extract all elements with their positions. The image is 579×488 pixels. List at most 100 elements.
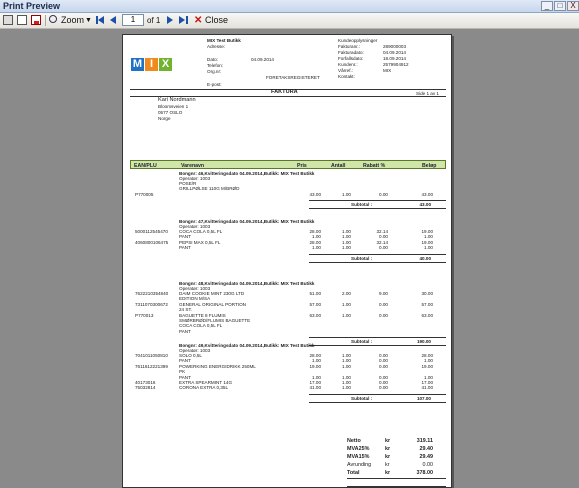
- invoice-title: FAKTURA: [271, 89, 298, 95]
- subtotal-rule: [309, 200, 446, 202]
- cell-price: 1.00: [312, 234, 321, 240]
- customer-postal: 0577 OSLO: [158, 110, 183, 115]
- minimize-button[interactable]: _: [541, 1, 553, 11]
- previous-page-icon[interactable]: [109, 15, 117, 25]
- zoom-button[interactable]: Zoom: [61, 15, 84, 26]
- col-qty: Antall: [331, 162, 346, 169]
- close-window-button[interactable]: X: [567, 1, 579, 11]
- cell-name: 24 ST.: [179, 307, 193, 313]
- cell-price: 57.00: [309, 301, 322, 307]
- cell-name: PK: [179, 369, 186, 375]
- cell-qty: 1.00: [342, 353, 351, 358]
- cell-name: PANT: [179, 234, 191, 240]
- meta-value: 04.09.2014: [383, 50, 406, 55]
- cell-name: SOLO 0,5L: [179, 353, 202, 358]
- seller-register: FORETAKSREGISTERET: [266, 75, 320, 80]
- total-value: 378.00: [416, 470, 434, 476]
- cell-disc: 0.00: [379, 191, 388, 197]
- seller-email-label: E-post:: [207, 82, 222, 87]
- table-row: 75032814 CORONA EXTRA 0,35L 41.00 1.00 0.00 4…: [123, 385, 451, 391]
- last-page-icon[interactable]: [179, 15, 188, 25]
- title-bar: Print Preview _ □ X: [0, 0, 579, 13]
- cell-qty: 1.00: [342, 380, 351, 385]
- cell-name: PANT: [179, 245, 191, 251]
- table-row: 7311070300672 GENERAL ORIGINAL PORTION 57.…: [123, 301, 451, 307]
- first-page-icon[interactable]: [96, 15, 105, 25]
- cell-qty: 1.00: [342, 312, 351, 318]
- total-unit: kr: [385, 462, 390, 468]
- meta-value: MIX: [383, 68, 392, 73]
- cell-disc: 32.14: [376, 229, 389, 234]
- table-row: PANT 1.00 1.00 0.00 1.00: [123, 234, 451, 240]
- zoom-icon[interactable]: [49, 15, 57, 23]
- customer-address: Bloomsveien 1: [158, 104, 189, 109]
- logo-letter: M: [131, 58, 144, 71]
- cell-qty: 1.00: [342, 374, 351, 380]
- seller-address-label: Adresse:: [207, 44, 226, 49]
- cell-amt: 63.00: [421, 312, 434, 318]
- close-icon[interactable]: ✕: [194, 15, 202, 26]
- cell-qty: 1.00: [342, 301, 351, 307]
- cell-amt: 57.00: [421, 301, 434, 307]
- cell-price: 63.00: [309, 312, 322, 318]
- cell-price: 28.00: [309, 353, 322, 358]
- cell-name: PANT: [179, 358, 191, 364]
- subtotal-label: Subtotal :: [351, 395, 373, 401]
- cell-name: GRILLPØLSE 110G M/BRØD: [179, 186, 240, 192]
- cell-qty: 1.00: [342, 234, 351, 240]
- cell-ean: 5000112545470: [135, 229, 168, 234]
- meta-label: Fakturanr.:: [338, 44, 360, 49]
- cell-amt: 19.00: [421, 363, 434, 369]
- total-unit: kr: [385, 446, 391, 452]
- cell-qty: 1.00: [342, 229, 351, 234]
- meta-label: Vårref.:: [338, 68, 354, 73]
- export-pdf-icon[interactable]: [31, 15, 41, 25]
- cell-amt: 41.00: [421, 385, 434, 391]
- cell-ean: 4060800106475: [135, 239, 169, 245]
- table-row: 7622210354840 DAIM COOKIE MINT 230G LTD 51…: [123, 291, 451, 296]
- subtotal-value: 107.00: [416, 395, 431, 401]
- preview-canvas[interactable]: M I X MIX Test Butikk Adresse: Dato: 04.…: [0, 29, 579, 488]
- seller-phone-label: Telefon:: [207, 63, 224, 68]
- total-rule: [347, 486, 446, 487]
- page-number-input[interactable]: 1: [122, 14, 144, 26]
- cell-disc: 32.14: [376, 239, 389, 245]
- zoom-dropdown-icon[interactable]: ▼: [85, 15, 92, 26]
- meta-value: 18.09.2014: [383, 56, 406, 61]
- customer-info-heading: Kundeopplysninger: [338, 38, 378, 43]
- cell-price: 41.00: [309, 385, 322, 391]
- maximize-button[interactable]: □: [554, 1, 566, 11]
- logo-letter: X: [159, 58, 172, 71]
- subtotal-rule: [309, 393, 446, 395]
- cell-disc: 0.00: [379, 374, 388, 380]
- cell-price: 19.00: [309, 363, 322, 369]
- cell-name: CORONA EXTRA 0,35L: [179, 385, 229, 391]
- subtotal-label: Subtotal :: [351, 255, 373, 261]
- total-value: 29.49: [419, 454, 434, 460]
- cell-name: DAIM COOKIE MINT 230G LTD: [179, 291, 245, 296]
- table-row: 4060800106475 PEPSI MAX 0,5L FL 28.00 1.00 3…: [123, 239, 451, 245]
- table-row: PANT 1.00 1.00 0.00 1.00: [123, 358, 451, 364]
- cell-qty: 1.00: [342, 385, 351, 391]
- total-unit: kr: [385, 454, 391, 460]
- cell-price: 28.00: [309, 229, 322, 234]
- table-row: PANT 1.00 1.00 0.00 1.00: [123, 245, 451, 251]
- page-setup-icon[interactable]: [17, 15, 27, 25]
- cell-qty: 1.00: [342, 245, 351, 251]
- cell-name: PEPSI MAX 0,5L FL: [179, 239, 221, 245]
- table-row: P770013 BAGUETTE 8 FLUMIS 63.00 1.00 0.00 63.…: [123, 312, 451, 318]
- cell-disc: 0.00: [379, 301, 388, 307]
- cell-qty: 1.00: [342, 239, 351, 245]
- meta-value: 289000003: [383, 44, 406, 49]
- cell-price: 51.00: [309, 291, 322, 296]
- print-icon[interactable]: [3, 15, 13, 25]
- total-label: Total: [347, 470, 360, 476]
- cell-ean: 75032814: [135, 385, 156, 391]
- invoice-page: M I X MIX Test Butikk Adresse: Dato: 04.…: [122, 34, 452, 488]
- col-amount: Beløp: [422, 162, 437, 169]
- close-preview-button[interactable]: Close: [205, 15, 228, 26]
- meta-value: 2579904912: [383, 62, 409, 67]
- next-page-icon[interactable]: [166, 15, 174, 25]
- cell-disc: 0.00: [379, 353, 388, 358]
- seller-org-label: Org.nr:: [207, 69, 222, 74]
